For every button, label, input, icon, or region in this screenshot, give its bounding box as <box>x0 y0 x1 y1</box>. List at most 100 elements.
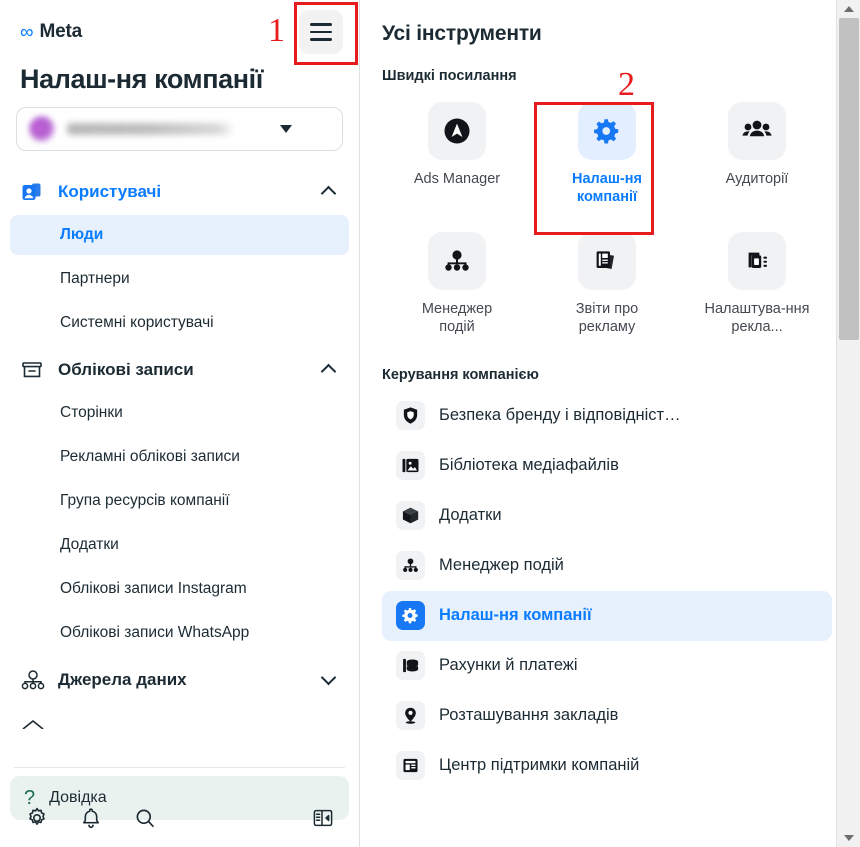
content-scrollbar[interactable] <box>836 0 860 847</box>
app-root: ∞ Meta Налаш-ня компанії Користувачі Люд… <box>0 0 860 847</box>
list-item-billing-payments[interactable]: Рахунки й платежі <box>382 641 832 691</box>
ad-settings-icon <box>728 232 786 291</box>
list-item-label: Додатки <box>439 506 502 524</box>
search-icon[interactable] <box>132 805 158 831</box>
sidebar-nav: Користувачі Люди Партнери Системні корис… <box>0 169 359 761</box>
settings-gear-icon[interactable] <box>24 805 50 831</box>
data-sources-icon <box>20 668 48 692</box>
tile-label: Аудиторії <box>725 171 789 187</box>
sidebar-group-users[interactable]: Користувачі <box>10 169 349 215</box>
sidebar-group-partially-visible[interactable] <box>10 703 349 729</box>
sidebar-item-label: Партнери <box>60 270 130 287</box>
sidebar-group-data-sources[interactable]: Джерела даних <box>10 657 349 703</box>
tile-events-manager[interactable]: Менеджер подій <box>382 228 532 336</box>
tile-label: Звіти про рекламу <box>575 301 639 336</box>
events-manager-icon <box>396 551 425 580</box>
list-item-label: Рахунки й платежі <box>439 656 578 674</box>
sidebar-bottom-bar <box>0 789 359 847</box>
quick-links-heading: Швидкі посилання <box>382 68 517 84</box>
gear-icon <box>396 601 425 630</box>
list-item-label: Налаш-ня компанії <box>439 606 592 624</box>
support-center-icon <box>396 751 425 780</box>
apps-cube-icon <box>396 501 425 530</box>
chevron-down-icon <box>280 125 292 133</box>
sidebar-item-ad-accounts[interactable]: Рекламні облікові записи <box>10 437 349 477</box>
sidebar: ∞ Meta Налаш-ня компанії Користувачі Люд… <box>0 0 360 847</box>
sidebar-item-label: Група ресурсів компанії <box>60 492 230 509</box>
scroll-up-arrow-icon[interactable] <box>837 0 860 18</box>
list-item-brand-safety[interactable]: Безпека бренду і відповідніст… <box>382 391 832 441</box>
chevron-up-icon[interactable] <box>322 186 335 199</box>
sidebar-divider <box>14 767 345 768</box>
list-item-label: Безпека бренду і відповідніст… <box>439 406 681 424</box>
notifications-bell-icon[interactable] <box>78 805 104 831</box>
sidebar-group-label: Облікові записи <box>58 360 194 379</box>
billing-icon <box>396 651 425 680</box>
sidebar-item-business-asset-group[interactable]: Група ресурсів компанії <box>10 481 349 521</box>
manage-business-heading: Керування компанією <box>382 366 539 383</box>
tile-label: Ads Manager <box>413 171 501 187</box>
meta-infinity-logo-icon: ∞ <box>20 21 34 43</box>
page-title: Налаш-ня компанії <box>20 64 263 94</box>
list-item-label: Менеджер подій <box>439 556 564 574</box>
list-item-apps[interactable]: Додатки <box>382 491 832 541</box>
manage-business-list: Безпека бренду і відповідніст… Бібліотек… <box>382 391 832 791</box>
content-title: Усі інструменти <box>382 22 542 45</box>
sidebar-item-label: Системні користувачі <box>60 314 214 331</box>
account-avatar-icon <box>29 116 55 142</box>
audiences-people-icon <box>728 102 786 160</box>
sidebar-item-pages[interactable]: Сторінки <box>10 393 349 433</box>
chevron-up-icon[interactable] <box>322 364 335 377</box>
chevron-down-icon[interactable] <box>322 674 335 687</box>
list-item-events-manager[interactable]: Менеджер подій <box>382 541 832 591</box>
scroll-down-arrow-icon[interactable] <box>837 829 860 847</box>
shield-icon <box>396 401 425 430</box>
sidebar-item-label: Облікові записи Instagram <box>60 580 247 597</box>
gear-icon <box>578 102 636 160</box>
media-library-icon <box>396 451 425 480</box>
list-item-media-library[interactable]: Бібліотека медіафайлів <box>382 441 832 491</box>
sidebar-header: ∞ Meta Налаш-ня компанії <box>0 0 359 151</box>
meta-brand-name: Meta <box>39 21 83 42</box>
ads-reporting-icon <box>578 232 636 291</box>
tile-ads-reporting[interactable]: Звіти про рекламу <box>532 228 682 336</box>
sidebar-group-label: Джерела даних <box>58 670 187 689</box>
sidebar-item-whatsapp-accounts[interactable]: Облікові записи WhatsApp <box>10 613 349 653</box>
sidebar-item-instagram-accounts[interactable]: Облікові записи Instagram <box>10 569 349 609</box>
meta-logo: ∞ Meta <box>20 21 82 43</box>
tile-business-settings[interactable]: Налаш-ня компанії <box>532 98 682 206</box>
tile-audiences[interactable]: Аудиторії <box>682 98 832 206</box>
tile-label: Налаштува-ння рекла... <box>704 301 810 336</box>
list-item-business-settings[interactable]: Налаш-ня компанії <box>382 590 832 641</box>
ads-manager-icon <box>428 102 486 160</box>
list-item-business-support-home[interactable]: Центр підтримки компаній <box>382 741 832 791</box>
sidebar-item-apps[interactable]: Додатки <box>10 525 349 565</box>
content-inner: Усі інструменти Швидкі посилання Ads Man… <box>360 0 860 791</box>
tile-ad-settings[interactable]: Налаштува-ння рекла... <box>682 228 832 336</box>
quick-links-grid: Ads Manager Налаш-ня компанії Аудиторії … <box>382 98 832 337</box>
sidebar-item-label: Люди <box>60 226 104 243</box>
location-pin-icon <box>396 701 425 730</box>
sidebar-item-partners[interactable]: Партнери <box>10 259 349 299</box>
tile-label: Менеджер подій <box>421 301 493 336</box>
sidebar-item-system-users[interactable]: Системні користувачі <box>10 303 349 343</box>
list-item-label: Бібліотека медіафайлів <box>439 456 619 474</box>
hamburger-bar <box>310 23 332 26</box>
hamburger-bar <box>310 30 332 34</box>
users-id-card-icon <box>20 180 48 204</box>
scrollbar-thumb[interactable] <box>839 18 859 340</box>
sidebar-item-label: Додатки <box>60 536 119 553</box>
hamburger-menu-button[interactable] <box>299 10 343 54</box>
sidebar-item-label: Рекламні облікові записи <box>60 448 240 465</box>
hamburger-bar <box>310 38 332 41</box>
sidebar-item-label: Сторінки <box>60 404 123 421</box>
tile-label: Налаш-ня компанії <box>572 171 642 206</box>
tile-ads-manager[interactable]: Ads Manager <box>382 98 532 206</box>
content-panel: Усі інструменти Швидкі посилання Ads Man… <box>360 0 860 847</box>
brand-row: ∞ Meta <box>10 0 349 64</box>
sidebar-group-accounts[interactable]: Облікові записи <box>10 347 349 393</box>
list-item-business-locations[interactable]: Розташування закладів <box>382 691 832 741</box>
sidebar-item-people[interactable]: Люди <box>10 215 349 255</box>
account-selector[interactable] <box>16 107 343 151</box>
collapse-panel-icon[interactable] <box>310 805 336 831</box>
